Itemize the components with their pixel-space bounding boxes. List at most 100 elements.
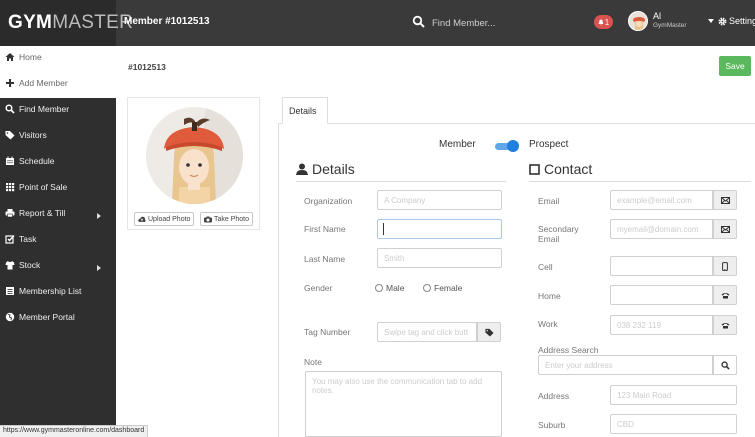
gender-male-radio[interactable] bbox=[375, 284, 383, 292]
alert-badge[interactable]: 1 bbox=[594, 15, 613, 29]
details-heading: Details bbox=[296, 161, 355, 177]
user-avatar[interactable] bbox=[628, 11, 648, 31]
sidebar-item-label: Home bbox=[19, 52, 42, 62]
sidebar-item-label: Report & Till bbox=[19, 208, 66, 218]
member-prospect-toggle[interactable] bbox=[493, 140, 520, 152]
contact-divider bbox=[529, 181, 751, 182]
address-search-button[interactable] bbox=[713, 355, 737, 375]
search-icon[interactable] bbox=[412, 15, 426, 29]
settings-button[interactable]: Settings bbox=[718, 16, 755, 26]
sidebar-item-find-member[interactable]: Find Member bbox=[5, 104, 69, 114]
work-call-button[interactable] bbox=[713, 315, 737, 335]
plus-icon bbox=[6, 79, 14, 87]
top-bar: GYMMASTER Member #1012513 1 Al GymMaster… bbox=[0, 0, 755, 46]
gender-male-option[interactable]: Male bbox=[375, 283, 404, 293]
task-icon bbox=[5, 235, 15, 244]
camera-icon bbox=[204, 216, 212, 222]
gender-label: Gender bbox=[304, 283, 333, 293]
text-cursor bbox=[383, 223, 384, 235]
work-phone-label: Work bbox=[538, 319, 558, 329]
sidebar-item-label: Task bbox=[19, 234, 37, 244]
sidebar-item-task[interactable]: Task bbox=[5, 234, 36, 244]
cloud-upload-icon bbox=[138, 216, 146, 222]
user-menu[interactable]: Al GymMaster bbox=[653, 11, 687, 29]
cell-sms-button[interactable] bbox=[713, 256, 737, 276]
sidebar-item-add-member[interactable]: Add Member bbox=[5, 78, 68, 88]
last-name-input[interactable] bbox=[377, 248, 502, 268]
secondary-email-input[interactable] bbox=[610, 219, 713, 239]
email-send-button[interactable] bbox=[713, 190, 737, 210]
tag-scan-button[interactable] bbox=[477, 322, 501, 342]
cell-input[interactable] bbox=[610, 256, 713, 276]
email-input[interactable] bbox=[610, 190, 713, 210]
first-name-input[interactable] bbox=[377, 219, 502, 239]
member-photo bbox=[146, 107, 243, 204]
suburb-input[interactable] bbox=[610, 414, 737, 434]
toggle-member-label: Member bbox=[439, 139, 476, 150]
search-icon bbox=[5, 104, 15, 114]
photo-panel: Upload Photo Take Photo bbox=[127, 97, 260, 230]
cell-label: Cell bbox=[538, 262, 553, 272]
take-photo-button[interactable]: Take Photo bbox=[200, 212, 254, 226]
user-name: Al bbox=[653, 11, 662, 21]
upload-photo-button[interactable]: Upload Photo bbox=[134, 212, 195, 226]
upload-photo-label: Upload Photo bbox=[148, 215, 191, 223]
take-photo-label: Take Photo bbox=[214, 215, 250, 223]
tshirt-icon bbox=[5, 261, 15, 270]
envelope-icon bbox=[720, 225, 730, 233]
home-icon bbox=[5, 53, 15, 61]
grid-icon bbox=[6, 183, 15, 192]
gender-female-radio[interactable] bbox=[423, 284, 431, 292]
gear-icon bbox=[718, 17, 727, 25]
toggle-prospect-label: Prospect bbox=[529, 139, 569, 150]
tab-details[interactable]: Details bbox=[282, 97, 328, 124]
home-call-button[interactable] bbox=[713, 285, 737, 305]
sidebar-item-home[interactable]: Home bbox=[5, 52, 42, 62]
gender-male-label: Male bbox=[386, 283, 405, 293]
sidebar-item-visitors[interactable]: Visitors bbox=[5, 130, 47, 140]
brand-bold: GYM bbox=[8, 12, 53, 33]
tag-number-input[interactable] bbox=[377, 322, 477, 342]
last-name-label: Last Name bbox=[304, 254, 346, 264]
secondary-email-label: Secondary Email bbox=[538, 224, 579, 244]
sidebar-item-point-of-sale[interactable]: Point of Sale bbox=[5, 182, 67, 192]
avatar-illustration bbox=[146, 107, 243, 204]
bell-icon bbox=[598, 19, 604, 26]
sidebar-item-label: Stock bbox=[19, 260, 41, 270]
address-input[interactable] bbox=[610, 385, 737, 405]
address-search-input[interactable] bbox=[538, 355, 713, 375]
chevron-right-icon bbox=[97, 265, 101, 271]
gender-female-option[interactable]: Female bbox=[423, 283, 462, 293]
secondary-label-line2: Email bbox=[538, 234, 560, 245]
note-label: Note bbox=[304, 357, 322, 367]
sidebar-item-label: Add Member bbox=[19, 78, 68, 88]
work-phone-input[interactable] bbox=[610, 315, 713, 335]
sidebar-item-member-portal[interactable]: Member Portal bbox=[5, 312, 75, 322]
home-phone-input[interactable] bbox=[610, 285, 713, 305]
secondary-label-line1: Secondary bbox=[538, 224, 579, 234]
sidebar-item-schedule[interactable]: Schedule bbox=[5, 156, 54, 166]
home-phone-label: Home bbox=[538, 291, 561, 301]
sidebar-item-label: Schedule bbox=[19, 156, 55, 166]
status-bar-url: https://www.gymmasteronline.com/dashboar… bbox=[0, 425, 149, 437]
tag-number-label: Tag Number bbox=[304, 327, 351, 337]
details-divider bbox=[296, 181, 506, 182]
save-button[interactable]: Save bbox=[719, 56, 751, 76]
sidebar-item-label: Visitors bbox=[19, 130, 47, 140]
search-icon bbox=[720, 360, 730, 370]
email-label: Email bbox=[538, 196, 560, 206]
sidebar-item-label: Find Member bbox=[19, 104, 70, 114]
caret-down-icon[interactable] bbox=[708, 19, 714, 23]
sidebar-item-stock[interactable]: Stock bbox=[5, 260, 40, 270]
address-search-label: Address Search bbox=[538, 345, 599, 355]
organization-input[interactable] bbox=[377, 190, 502, 210]
calendar-icon bbox=[6, 156, 14, 165]
secondary-email-send-button[interactable] bbox=[713, 219, 737, 239]
phone-icon bbox=[721, 322, 729, 328]
brand-logo[interactable]: GYM MASTER bbox=[0, 0, 133, 46]
sidebar-item-membership-list[interactable]: Membership List bbox=[5, 286, 81, 296]
sidebar-item-report-till[interactable]: Report & Till bbox=[5, 208, 65, 218]
find-member-input[interactable] bbox=[428, 12, 568, 34]
note-textarea[interactable] bbox=[305, 371, 502, 437]
avatar-image bbox=[629, 12, 647, 30]
